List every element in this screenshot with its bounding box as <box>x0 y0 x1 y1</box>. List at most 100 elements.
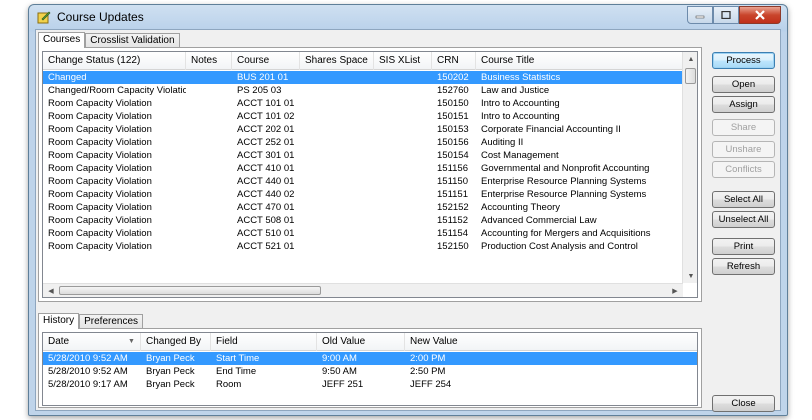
cell-shares <box>300 214 374 227</box>
table-row[interactable]: Room Capacity Violation ACCT 510 01 151154… <box>43 227 682 240</box>
column-header-old-value[interactable]: Old Value <box>317 333 405 351</box>
cell-course: ACCT 101 01 <box>237 98 295 109</box>
cell-title: Cost Management <box>481 150 559 161</box>
table-row[interactable]: Room Capacity Violation ACCT 202 01 150153… <box>43 123 682 136</box>
cell-shares <box>300 240 374 253</box>
assign-button[interactable]: Assign <box>712 96 775 113</box>
history-cell-by: Bryan Peck <box>146 353 195 364</box>
history-cell-date: 5/28/2010 9:52 AM <box>48 353 128 364</box>
horizontal-scroll-thumb[interactable] <box>59 286 321 295</box>
cell-crn: 151151 <box>437 189 468 200</box>
title-bar[interactable]: Course Updates <box>29 5 787 29</box>
column-header-sis-xlist[interactable]: SIS XList <box>374 52 432 70</box>
column-header-change-status[interactable]: Change Status (122) <box>43 52 186 70</box>
cell-crn: 150153 <box>437 124 469 135</box>
unselect-all-button[interactable]: Unselect All <box>712 211 775 228</box>
cell-shares <box>300 110 374 123</box>
process-button[interactable]: Process <box>712 52 775 69</box>
table-row[interactable]: Room Capacity Violation ACCT 410 01 151156… <box>43 162 682 175</box>
history-row[interactable]: 5/28/2010 9:52 AM Bryan Peck End Time 9:50 … <box>43 365 697 378</box>
cell-shares <box>300 84 374 97</box>
share-button[interactable]: Share <box>712 119 775 136</box>
cell-status: Room Capacity Violation <box>48 98 152 109</box>
table-row[interactable]: Changed/Room Capacity Violation PS 205 03… <box>43 84 682 97</box>
maximize-button[interactable] <box>713 6 739 24</box>
cell-notes <box>186 149 232 162</box>
courses-horizontal-scrollbar[interactable]: ◀ ▶ <box>43 283 683 297</box>
close-window-button[interactable] <box>739 6 781 24</box>
history-cell-old: 9:50 AM <box>322 366 357 377</box>
cell-course: ACCT 508 01 <box>237 215 295 226</box>
tab-history[interactable]: History <box>38 313 80 329</box>
cell-notes <box>186 214 232 227</box>
print-button[interactable]: Print <box>712 238 775 255</box>
courses-grid[interactable]: Change Status (122) Notes Course Shares … <box>42 51 698 298</box>
column-header-course[interactable]: Course <box>232 52 300 70</box>
cell-course: ACCT 440 01 <box>237 176 295 187</box>
column-header-date[interactable]: Date ▼ <box>43 333 141 351</box>
unshare-button[interactable]: Unshare <box>712 141 775 158</box>
cell-xlist <box>374 84 432 97</box>
cell-notes <box>186 110 232 123</box>
history-row[interactable]: 5/28/2010 9:52 AM Bryan Peck Start Time 9:0… <box>43 352 697 365</box>
select-all-button[interactable]: Select All <box>712 191 775 208</box>
table-row[interactable]: Room Capacity Violation ACCT 440 01 151150… <box>43 175 682 188</box>
cell-title: Accounting Theory <box>481 202 561 213</box>
cell-course: PS 205 03 <box>237 85 282 96</box>
history-cell-old: JEFF 251 <box>322 379 364 390</box>
cell-xlist <box>374 123 432 136</box>
history-cell-field: End Time <box>216 366 257 377</box>
column-header-crn[interactable]: CRN <box>432 52 476 70</box>
cell-title: Advanced Commercial Law <box>481 215 597 226</box>
scroll-down-arrow-icon[interactable]: ▼ <box>683 269 697 283</box>
cell-title: Auditing II <box>481 137 524 148</box>
vertical-scroll-thumb[interactable] <box>685 68 696 84</box>
table-row[interactable]: Changed BUS 201 01 150202 Business Statisti… <box>43 71 682 84</box>
table-row[interactable]: Room Capacity Violation ACCT 508 01 151152… <box>43 214 682 227</box>
column-header-notes[interactable]: Notes <box>186 52 232 70</box>
table-row[interactable]: Room Capacity Violation ACCT 301 01 150154… <box>43 149 682 162</box>
scroll-up-arrow-icon[interactable]: ▲ <box>683 52 697 66</box>
cell-xlist <box>374 214 432 227</box>
history-cell-date: 5/28/2010 9:17 AM <box>48 379 128 390</box>
cell-course: ACCT 202 01 <box>237 124 295 135</box>
cell-crn: 152150 <box>437 241 469 252</box>
column-header-changed-by[interactable]: Changed By <box>141 333 211 351</box>
courses-vertical-scrollbar[interactable]: ▲ ▼ <box>682 52 697 283</box>
tab-preferences[interactable]: Preferences <box>79 314 144 329</box>
refresh-button[interactable]: Refresh <box>712 258 775 275</box>
table-row[interactable]: Room Capacity Violation ACCT 101 01 150150… <box>43 97 682 110</box>
cell-status: Room Capacity Violation <box>48 150 152 161</box>
conflicts-button[interactable]: Conflicts <box>712 161 775 178</box>
table-row[interactable]: Room Capacity Violation ACCT 470 01 152152… <box>43 201 682 214</box>
minimize-button[interactable] <box>687 6 713 24</box>
table-row[interactable]: Room Capacity Violation ACCT 252 01 150156… <box>43 136 682 149</box>
cell-shares <box>300 188 374 201</box>
column-header-field[interactable]: Field <box>211 333 317 351</box>
cell-xlist <box>374 97 432 110</box>
table-row[interactable]: Room Capacity Violation ACCT 521 01 152150… <box>43 240 682 253</box>
scroll-right-arrow-icon[interactable]: ▶ <box>667 284 683 297</box>
cell-status: Room Capacity Violation <box>48 241 152 252</box>
history-row[interactable]: 5/28/2010 9:17 AM Bryan Peck Room JEFF 251 J… <box>43 378 697 391</box>
bottom-tabstrip: History Preferences <box>38 313 144 329</box>
column-header-course-title[interactable]: Course Title <box>476 52 683 70</box>
tab-crosslist-validation[interactable]: Crosslist Validation <box>85 33 180 48</box>
cell-course: ACCT 440 02 <box>237 189 295 200</box>
cell-crn: 150156 <box>437 137 469 148</box>
history-grid[interactable]: Date ▼ Changed By Field Old Value New Va… <box>42 332 698 406</box>
cell-title: Accounting for Mergers and Acquisitions <box>481 228 651 239</box>
scroll-left-arrow-icon[interactable]: ◀ <box>43 284 59 297</box>
column-header-new-value[interactable]: New Value <box>405 333 697 351</box>
cell-status: Room Capacity Violation <box>48 124 152 135</box>
cell-shares <box>300 123 374 136</box>
cell-title: Law and Justice <box>481 85 550 96</box>
close-button[interactable]: Close <box>712 395 775 412</box>
tab-courses[interactable]: Courses <box>38 32 86 48</box>
history-cell-new: 2:50 PM <box>410 366 446 377</box>
cell-shares <box>300 149 374 162</box>
open-button[interactable]: Open <box>712 76 775 93</box>
table-row[interactable]: Room Capacity Violation ACCT 440 02 151151… <box>43 188 682 201</box>
table-row[interactable]: Room Capacity Violation ACCT 101 02 150151… <box>43 110 682 123</box>
column-header-shares-space[interactable]: Shares Space <box>300 52 374 70</box>
